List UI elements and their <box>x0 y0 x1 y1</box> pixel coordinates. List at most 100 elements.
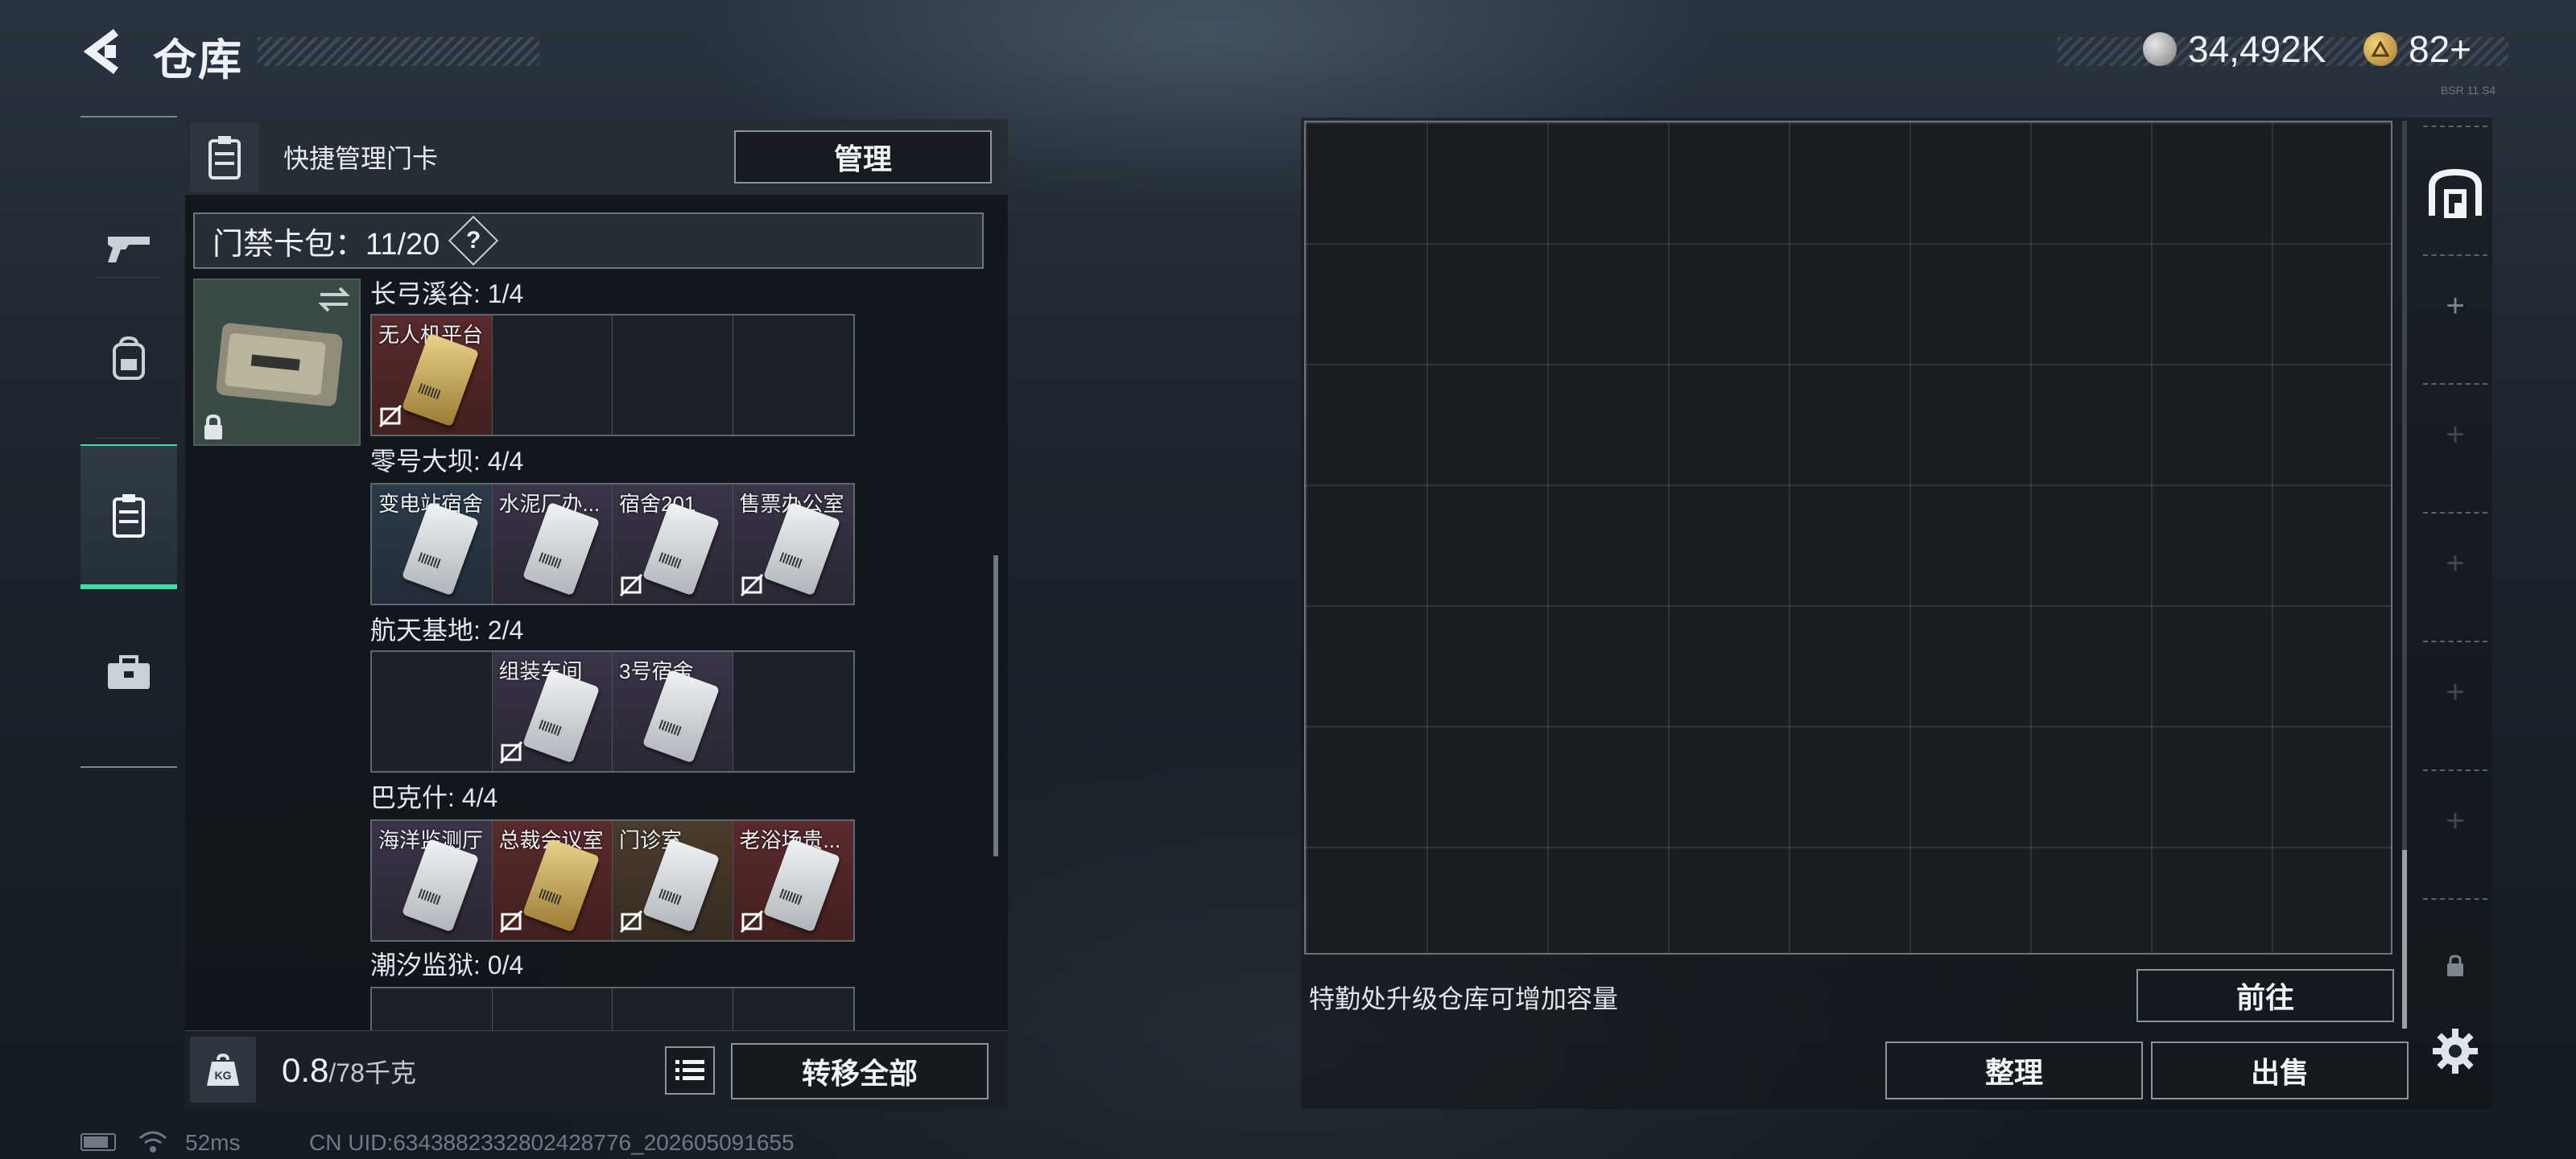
backpack-icon <box>113 336 145 380</box>
back-arrow-icon <box>83 29 118 74</box>
gun-icon <box>108 237 150 262</box>
weight-capacity: /78千克 <box>328 1058 416 1087</box>
no-link-icon <box>619 573 643 597</box>
upgrade-hint: 特勤处升级仓库可增加容量 <box>1309 984 1619 1013</box>
plus-icon: + <box>2446 287 2465 324</box>
keycard-holder-icon <box>190 122 259 192</box>
manage-button[interactable]: 管理 <box>734 130 992 184</box>
sell-button[interactable]: 出售 <box>2151 1041 2409 1099</box>
keycard-grid <box>370 987 855 1032</box>
keycard-pack-bar: 门禁卡包：11/20 ? <box>193 212 984 269</box>
empty-slot[interactable] <box>372 652 493 771</box>
storage-lock <box>2418 942 2492 990</box>
warehouse-icon <box>2429 168 2482 218</box>
storage-scrollbar-thumb[interactable] <box>2402 850 2407 1029</box>
nav-keycards[interactable] <box>80 444 177 589</box>
battery-icon <box>80 1133 116 1151</box>
empty-slot[interactable] <box>733 316 854 435</box>
gold-currency-value: 82+ <box>2409 28 2472 70</box>
empty-slot[interactable] <box>733 988 854 1032</box>
keycard-slot[interactable]: 变电站宿舍 <box>372 485 493 604</box>
swap-icon[interactable] <box>317 285 351 314</box>
wifi-icon <box>139 1131 167 1153</box>
keycard-slot[interactable]: 总裁会议室 <box>492 821 613 940</box>
group-title: 巴克什: 4/4 <box>370 783 498 812</box>
no-link-icon <box>499 740 522 765</box>
no-link-icon <box>378 404 402 428</box>
list-icon <box>675 1060 704 1080</box>
keycard-grid: 变电站宿舍 水泥厂办... 宿舍201 售票办公室 <box>370 483 855 605</box>
sort-button[interactable]: 整理 <box>1885 1041 2143 1099</box>
keycard-pack-count: 门禁卡包：11/20 <box>213 227 440 262</box>
no-link-icon <box>619 909 643 934</box>
no-link-icon <box>740 573 763 597</box>
keycard-slot[interactable]: 门诊室 <box>613 821 733 940</box>
group-title: 潮汐监狱: 0/4 <box>370 951 524 980</box>
empty-slot[interactable] <box>372 988 493 1032</box>
lock-icon <box>204 414 222 439</box>
keycard-slot[interactable]: 海洋监测厅 <box>372 821 493 940</box>
transfer-all-button[interactable]: 转移全部 <box>731 1043 989 1099</box>
uid-readout: CN UID:6343882332802428776_202605091655 <box>309 1130 795 1155</box>
weight-value: 0.8 <box>282 1051 329 1089</box>
add-storage-tab-button[interactable]: + <box>2418 668 2492 716</box>
help-icon: ? <box>466 226 481 254</box>
no-link-icon <box>499 909 522 934</box>
nav-toolbox[interactable] <box>80 600 177 745</box>
help-button[interactable]: ? <box>448 215 499 266</box>
silver-currency-value: 34,492K <box>2188 28 2326 70</box>
keycard-slot[interactable]: 售票办公室 <box>733 485 853 604</box>
back-button[interactable] <box>80 27 124 76</box>
keycard-scrollbar[interactable] <box>993 555 998 856</box>
kg-label: KG <box>215 1069 232 1082</box>
keycard-slot[interactable]: 无人机平台 <box>372 316 493 435</box>
keycard-grid: 组装车间 3号宿舍 <box>370 650 855 773</box>
keycard-panel-title: 快捷管理门卡 <box>283 144 439 173</box>
empty-slot[interactable] <box>613 316 733 435</box>
keycard-slot[interactable]: 水泥厂办... <box>492 485 613 604</box>
storage-tab-main[interactable] <box>2418 153 2492 233</box>
keycard-grid: 无人机平台 <box>370 314 855 436</box>
silver-coin-icon <box>2143 32 2177 66</box>
list-view-button[interactable] <box>665 1046 715 1095</box>
silver-currency[interactable]: 34,492K <box>2143 28 2326 70</box>
weight-icon: KG <box>190 1037 256 1103</box>
empty-slot[interactable] <box>493 316 613 435</box>
nav-backpack[interactable] <box>80 287 177 431</box>
lock-icon <box>2447 955 2463 976</box>
add-storage-tab-button[interactable]: + <box>2418 539 2492 588</box>
add-storage-tab-button[interactable]: + <box>2418 410 2492 459</box>
group-title: 零号大坝: 4/4 <box>370 447 524 476</box>
weight-readout: 0.8/78千克 <box>282 1051 416 1090</box>
keycard-slot[interactable]: 组装车间 <box>492 652 613 771</box>
empty-slot[interactable] <box>493 988 613 1032</box>
settings-button[interactable] <box>2418 1019 2492 1083</box>
group-title: 长弓溪谷: 1/4 <box>370 279 524 308</box>
keycard-holder-icon <box>113 494 145 538</box>
plus-icon: + <box>2446 802 2465 839</box>
gear-icon <box>2433 1029 2478 1074</box>
gold-coin-icon <box>2363 32 2397 66</box>
ping-readout: 52ms <box>185 1130 241 1155</box>
plus-icon: + <box>2446 416 2465 452</box>
plus-icon: + <box>2446 674 2465 710</box>
keycard-slot[interactable]: 宿舍201 <box>613 485 733 604</box>
keycard-slot[interactable]: 老浴场贵... <box>733 821 853 940</box>
goto-button[interactable]: 前往 <box>2136 969 2394 1022</box>
empty-slot[interactable] <box>733 652 854 771</box>
title-decoration <box>258 37 539 66</box>
empty-slot[interactable] <box>613 988 733 1032</box>
keycard-grid: 海洋监测厅 总裁会议室 门诊室 老浴场贵... <box>370 819 855 942</box>
version-code: BSR 11 S4 <box>2441 84 2496 97</box>
add-storage-tab-button[interactable]: + <box>2418 797 2492 845</box>
plus-icon: + <box>2446 545 2465 581</box>
group-title: 航天基地: 2/4 <box>370 616 524 645</box>
keycard-slot[interactable]: 3号宿舍 <box>613 652 733 771</box>
page-title: 仓库 <box>153 36 243 85</box>
storage-grid[interactable] <box>1304 121 2392 955</box>
toolbox-icon <box>108 655 150 689</box>
gold-currency[interactable]: 82+ <box>2363 28 2472 70</box>
add-storage-tab-button[interactable]: + <box>2418 282 2492 330</box>
category-nav <box>80 116 177 768</box>
no-link-icon <box>740 909 763 934</box>
